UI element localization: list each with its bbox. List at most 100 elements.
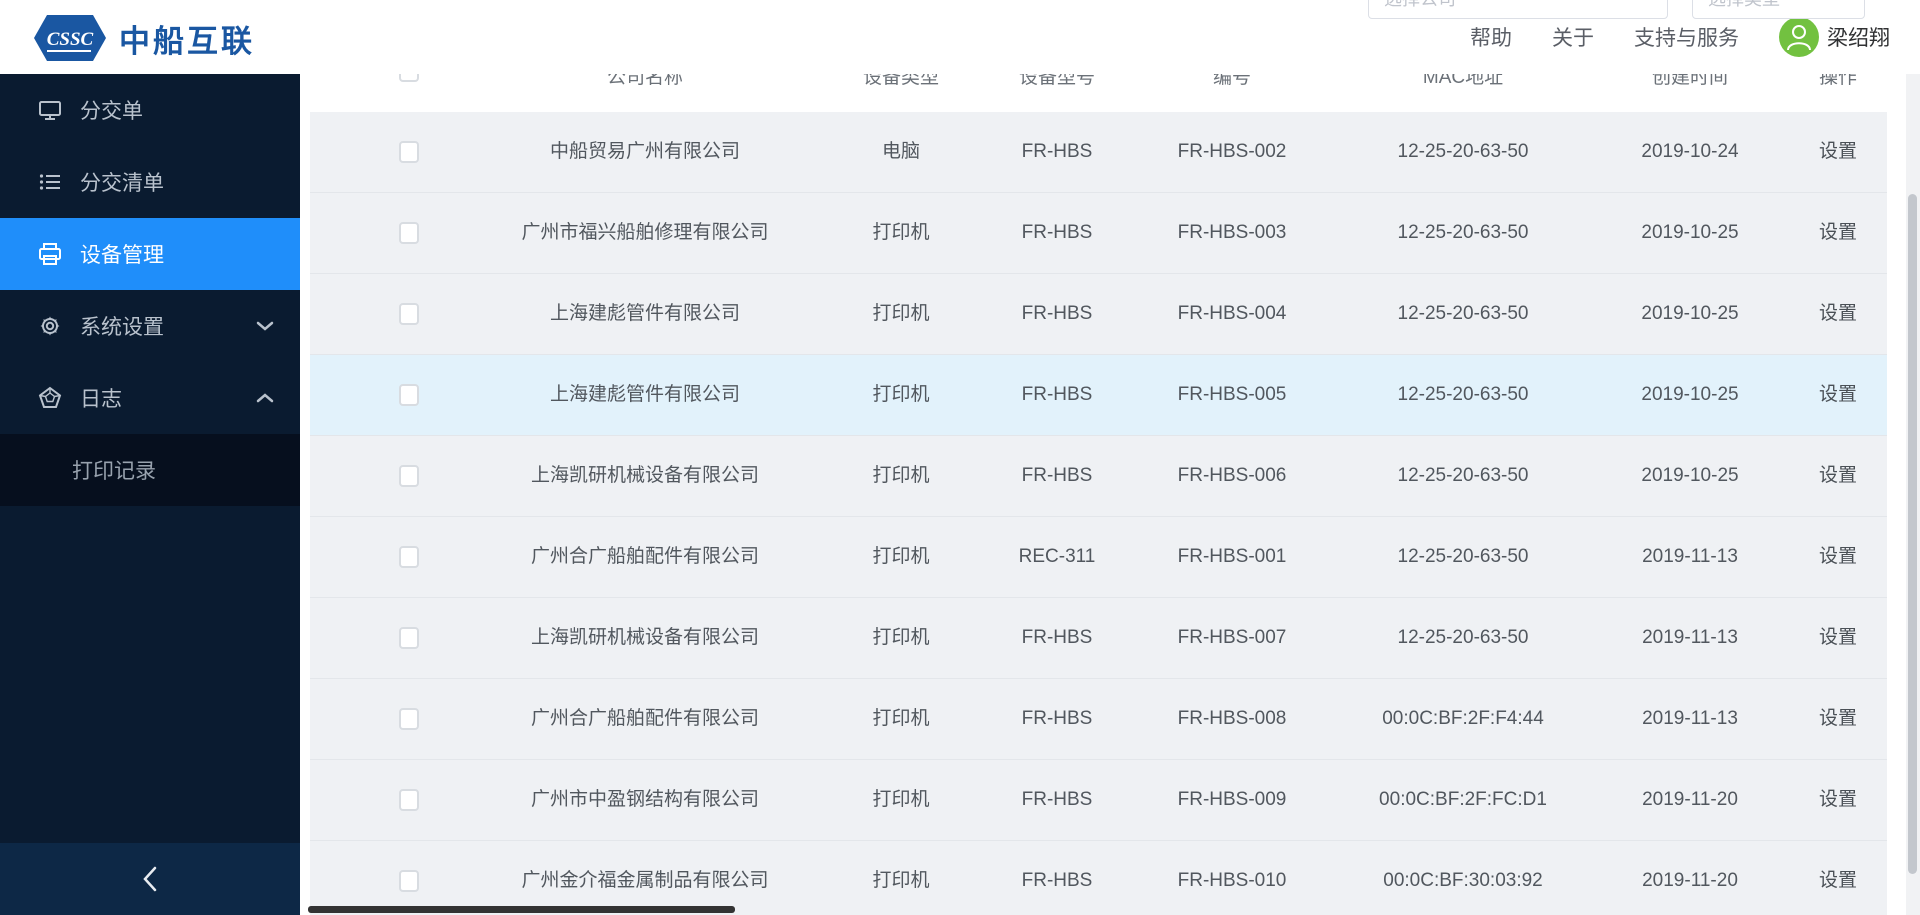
horizontal-scrollbar-thumb[interactable] (308, 906, 735, 913)
cell-company: 上海凯研机械设备有限公司 (531, 598, 759, 678)
cell-number: FR-HBS-009 (1178, 760, 1287, 840)
settings-link[interactable]: 设置 (1819, 436, 1857, 516)
cell-mac-address: 00:0C:BF:2F:F4:44 (1382, 679, 1544, 759)
cell-mac-address: 12-25-20-63-50 (1398, 517, 1529, 597)
cell-created-date: 2019-10-24 (1641, 112, 1738, 192)
cell-mac-address: 12-25-20-63-50 (1398, 193, 1529, 273)
cell-created-date: 2019-11-13 (1642, 517, 1738, 597)
settings-link[interactable]: 设置 (1819, 598, 1857, 678)
cell-device-model: FR-HBS (1022, 436, 1093, 516)
brand-logo: CSSC 中船互联 (33, 14, 255, 62)
chevron-up-icon (256, 392, 274, 404)
settings-link[interactable]: 设置 (1819, 193, 1857, 273)
row-checkbox[interactable] (399, 708, 419, 730)
row-checkbox[interactable] (399, 303, 419, 325)
cell-mac-address: 12-25-20-63-50 (1398, 112, 1529, 192)
cell-company: 上海凯研机械设备有限公司 (531, 436, 759, 516)
cell-company: 广州合广船舶配件有限公司 (531, 679, 759, 759)
table-row[interactable]: 上海建彪管件有限公司 打印机 FR-HBS FR-HBS-004 12-25-2… (310, 274, 1887, 355)
sidebar-item-label: 分交单 (80, 95, 143, 125)
cell-device-model: FR-HBS (1022, 274, 1093, 354)
user-avatar (1779, 17, 1819, 57)
sidebar-collapse-button[interactable] (0, 843, 300, 915)
row-checkbox[interactable] (399, 222, 419, 244)
vertical-scrollbar-track[interactable] (1906, 74, 1920, 915)
cell-company: 广州金介福金属制品有限公司 (521, 841, 768, 915)
device-table-area: 公司名称设备类型设备型号编号MAC地址创建时间操作 中船贸易广州有限公司 电脑 … (300, 74, 1920, 915)
row-checkbox[interactable] (399, 465, 419, 487)
row-checkbox[interactable] (399, 384, 419, 406)
support-link[interactable]: 支持与服务 (1634, 22, 1739, 52)
table-row[interactable]: 广州市福兴船舶修理有限公司 打印机 FR-HBS FR-HBS-003 12-2… (310, 193, 1887, 274)
cell-mac-address: 00:0C:BF:30:03:92 (1383, 841, 1543, 915)
cell-mac-address: 00:0C:BF:2F:FC:D1 (1379, 760, 1547, 840)
settings-link[interactable]: 设置 (1819, 760, 1857, 840)
settings-link[interactable]: 设置 (1819, 355, 1857, 435)
table-row[interactable]: 广州金介福金属制品有限公司 打印机 FR-HBS FR-HBS-010 00:0… (310, 841, 1887, 915)
cell-mac-address: 12-25-20-63-50 (1398, 274, 1529, 354)
cell-device-model: FR-HBS (1022, 598, 1093, 678)
cell-created-date: 2019-11-20 (1642, 841, 1738, 915)
row-checkbox[interactable] (399, 141, 419, 163)
cell-number: FR-HBS-004 (1178, 274, 1287, 354)
help-link[interactable]: 帮助 (1470, 22, 1512, 52)
chevron-left-icon (142, 866, 158, 892)
settings-link[interactable]: 设置 (1819, 274, 1857, 354)
settings-link[interactable]: 设置 (1819, 679, 1857, 759)
cell-number: FR-HBS-008 (1178, 679, 1287, 759)
sidebar-item-label: 系统设置 (80, 311, 164, 341)
cell-device-model: FR-HBS (1022, 679, 1093, 759)
monitor-icon (38, 98, 62, 122)
sidebar: 分交单 分交清单 设备管理 (0, 74, 300, 915)
cell-device-type: 电脑 (882, 112, 920, 192)
cssc-logo-icon: CSSC (33, 14, 107, 62)
sidebar-item-rizhi[interactable]: 日志 (0, 362, 300, 434)
list-icon (38, 170, 62, 194)
type-select-input[interactable] (1692, 0, 1865, 19)
table-row[interactable]: 广州市中盈钢结构有限公司 打印机 FR-HBS FR-HBS-009 00:0C… (310, 760, 1887, 841)
row-checkbox[interactable] (399, 627, 419, 649)
cell-device-model: FR-HBS (1022, 193, 1093, 273)
cell-company: 广州合广船舶配件有限公司 (531, 517, 759, 597)
cell-created-date: 2019-10-25 (1641, 274, 1738, 354)
cell-device-type: 打印机 (872, 355, 929, 435)
cell-mac-address: 12-25-20-63-50 (1398, 436, 1529, 516)
cell-device-type: 打印机 (872, 679, 929, 759)
row-checkbox[interactable] (399, 789, 419, 811)
cell-company: 广州市福兴船舶修理有限公司 (521, 193, 768, 273)
sidebar-item-fenjiaoqingdan[interactable]: 分交清单 (0, 146, 300, 218)
table-row[interactable]: 广州合广船舶配件有限公司 打印机 REC-311 FR-HBS-001 12-2… (310, 517, 1887, 598)
cell-mac-address: 12-25-20-63-50 (1398, 355, 1529, 435)
about-link[interactable]: 关于 (1552, 22, 1594, 52)
cell-device-type: 打印机 (872, 841, 929, 915)
sidebar-item-shebeiguanli[interactable]: 设备管理 (0, 218, 300, 290)
settings-link[interactable]: 设置 (1819, 517, 1857, 597)
sidebar-item-xitongshezhi[interactable]: 系统设置 (0, 290, 300, 362)
table-row[interactable]: 上海凯研机械设备有限公司 打印机 FR-HBS FR-HBS-006 12-25… (310, 436, 1887, 517)
row-checkbox[interactable] (399, 546, 419, 568)
cell-device-type: 打印机 (872, 760, 929, 840)
table-row[interactable]: 广州合广船舶配件有限公司 打印机 FR-HBS FR-HBS-008 00:0C… (310, 679, 1887, 760)
sidebar-subitem-dayinjilu[interactable]: 打印记录 (0, 434, 300, 506)
sidebar-item-fenjiaodan[interactable]: 分交单 (0, 74, 300, 146)
table-body: 中船贸易广州有限公司 电脑 FR-HBS FR-HBS-002 12-25-20… (310, 112, 1887, 915)
company-select-input[interactable] (1368, 0, 1668, 19)
sidebar-item-label: 分交清单 (80, 167, 164, 197)
cell-company: 广州市中盈钢结构有限公司 (531, 760, 759, 840)
row-checkbox[interactable] (399, 870, 419, 892)
cell-number: FR-HBS-006 (1178, 436, 1287, 516)
settings-link[interactable]: 设置 (1819, 112, 1857, 192)
user-name: 梁绍翔 (1827, 22, 1890, 52)
user-menu[interactable]: 梁绍翔 (1779, 17, 1890, 57)
table-row[interactable]: 上海建彪管件有限公司 打印机 FR-HBS FR-HBS-005 12-25-2… (310, 355, 1887, 436)
sidebar-item-label: 日志 (80, 383, 122, 413)
table-row[interactable]: 上海凯研机械设备有限公司 打印机 FR-HBS FR-HBS-007 12-25… (310, 598, 1887, 679)
cell-created-date: 2019-10-25 (1641, 193, 1738, 273)
cell-device-model: FR-HBS (1022, 355, 1093, 435)
cell-created-date: 2019-10-25 (1641, 355, 1738, 435)
table-row[interactable]: 中船贸易广州有限公司 电脑 FR-HBS FR-HBS-002 12-25-20… (310, 112, 1887, 193)
cell-number: FR-HBS-001 (1178, 517, 1287, 597)
settings-link[interactable]: 设置 (1819, 841, 1857, 915)
gear-icon (38, 314, 62, 338)
vertical-scrollbar-thumb[interactable] (1908, 194, 1917, 874)
